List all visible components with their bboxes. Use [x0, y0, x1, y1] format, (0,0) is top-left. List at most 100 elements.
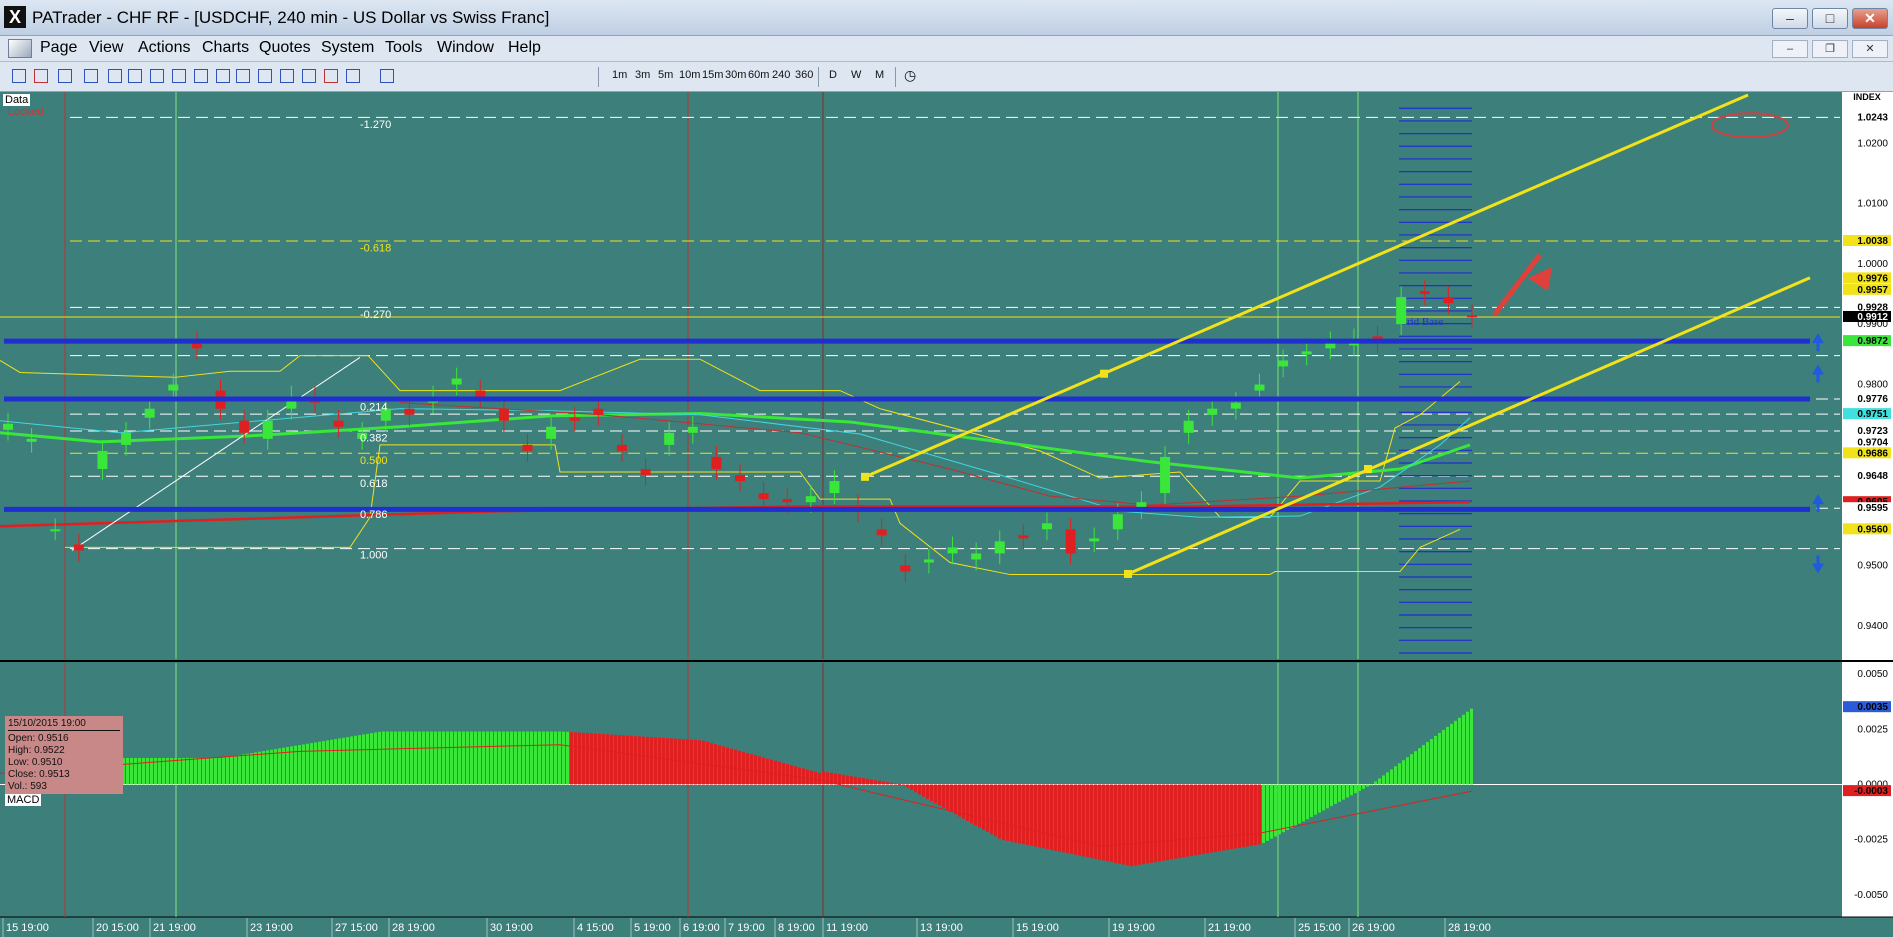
tf-weekly-button[interactable]: W	[851, 69, 861, 81]
tf-monthly-button[interactable]: M	[875, 69, 884, 81]
menu-page[interactable]: Page	[40, 39, 77, 57]
macd-bar	[598, 733, 601, 785]
macd-bar	[826, 772, 829, 785]
tf-daily-button[interactable]: D	[829, 69, 837, 81]
rect-icon[interactable]	[302, 69, 316, 83]
tf-5m-button[interactable]: 5m	[658, 69, 673, 81]
macd-bar	[1310, 784, 1313, 818]
menu-window[interactable]: Window	[437, 39, 494, 57]
andrew-icon[interactable]	[324, 69, 338, 83]
tf-240-button[interactable]: 240	[772, 69, 790, 81]
fib-label: 0.382	[360, 433, 388, 445]
candle	[97, 450, 108, 469]
macd-axis-label: 0.0025	[1857, 724, 1888, 735]
chart-window[interactable]: Grid Base -1.270 -0.618 -0.270 0.214 0.382 0.5…	[0, 92, 1893, 937]
time-axis-label: 7 19:00	[728, 922, 765, 934]
macd-bar	[178, 757, 181, 785]
tf-360-button[interactable]: 360	[795, 69, 813, 81]
macd-bar	[626, 735, 629, 785]
gann-icon[interactable]	[258, 69, 272, 83]
macd-bar	[394, 731, 397, 785]
macd-bar	[722, 746, 725, 785]
pencil-icon[interactable]	[380, 69, 394, 83]
macd-bar	[362, 734, 365, 785]
candle	[498, 408, 509, 421]
macd-bar	[378, 731, 381, 785]
mdi-minimize-button[interactable]: –	[1772, 40, 1808, 58]
candle	[758, 493, 769, 500]
macd-bar	[1422, 745, 1425, 785]
macd-bar	[1250, 784, 1253, 846]
tf-3m-button[interactable]: 3m	[635, 69, 650, 81]
candle	[451, 378, 462, 385]
menu-actions[interactable]: Actions	[138, 39, 190, 57]
tf-15m-button[interactable]: 15m	[702, 69, 723, 81]
ohlc-volume: Vol.: 593	[8, 781, 47, 792]
window-title: PATrader - CHF RF - [USDCHF, 240 min - U…	[32, 8, 550, 27]
macd-bar	[730, 748, 733, 785]
macd-bar	[1062, 784, 1065, 853]
vline-icon[interactable]	[150, 69, 164, 83]
fib-fan-icon[interactable]	[216, 69, 230, 83]
menu-tools[interactable]: Tools	[385, 39, 422, 57]
macd-bar	[866, 778, 869, 785]
text-icon[interactable]	[346, 69, 360, 83]
candle	[735, 475, 745, 482]
candle	[522, 444, 533, 451]
crosshair-red-icon[interactable]	[34, 69, 48, 83]
tf-10m-button[interactable]: 10m	[679, 69, 700, 81]
candle	[333, 420, 344, 427]
plus-icon[interactable]	[84, 69, 98, 83]
close-button[interactable]: ✕	[1852, 8, 1888, 29]
macd-bar	[242, 754, 245, 785]
minimize-button[interactable]: –	[1772, 8, 1808, 29]
candle	[1443, 297, 1454, 304]
macd-bar	[694, 739, 697, 785]
hline-icon[interactable]	[128, 69, 142, 83]
menu-charts[interactable]: Charts	[202, 39, 249, 57]
price-axis-label: 1.0000	[1857, 259, 1888, 270]
candle	[805, 496, 816, 503]
macd-bar	[554, 731, 557, 785]
macd-bar	[1194, 784, 1197, 856]
macd-bar	[926, 784, 929, 799]
menu-help[interactable]: Help	[508, 39, 541, 57]
tf-1m-button[interactable]: 1m	[612, 69, 627, 81]
price-chart[interactable]: Grid Base-1.270-0.618-0.2700.2140.3820.5…	[0, 92, 1893, 937]
fib-icon[interactable]	[194, 69, 208, 83]
macd-bar	[622, 735, 625, 785]
macd-bar	[678, 738, 681, 785]
macd-bar	[1134, 784, 1137, 866]
macd-bar	[354, 735, 357, 785]
mdi-close-button[interactable]: ✕	[1852, 40, 1888, 58]
macd-bar	[510, 731, 513, 785]
tf-60m-button[interactable]: 60m	[748, 69, 769, 81]
cross-icon[interactable]	[12, 69, 26, 83]
menu-system[interactable]: System	[321, 39, 374, 57]
macd-bar	[1286, 784, 1289, 831]
channel-icon[interactable]	[236, 69, 250, 83]
mdi-restore-button[interactable]: ❐	[1812, 40, 1848, 58]
macd-bar	[838, 774, 841, 785]
macd-bar	[642, 736, 645, 785]
macd-bar	[1446, 726, 1449, 785]
candle	[546, 426, 557, 439]
macd-bar	[914, 784, 917, 793]
macd-bar	[182, 757, 185, 785]
macd-bar	[942, 784, 945, 808]
grid-icon[interactable]	[280, 69, 294, 83]
fib-label: -0.618	[360, 243, 391, 255]
clock-icon[interactable]: ◷	[904, 67, 916, 84]
macd-bar	[1242, 784, 1245, 848]
macd-bar	[530, 731, 533, 785]
line-icon[interactable]	[58, 69, 72, 83]
pointer-icon[interactable]	[108, 69, 122, 83]
trend-icon[interactable]	[172, 69, 186, 83]
macd-bar	[1102, 784, 1105, 861]
macd-bar	[1314, 784, 1317, 815]
maximize-button[interactable]: □	[1812, 8, 1848, 29]
tf-30m-button[interactable]: 30m	[725, 69, 746, 81]
menu-quotes[interactable]: Quotes	[259, 39, 311, 57]
menu-view[interactable]: View	[89, 39, 123, 57]
price-axis-label: 0.9800	[1857, 380, 1888, 391]
